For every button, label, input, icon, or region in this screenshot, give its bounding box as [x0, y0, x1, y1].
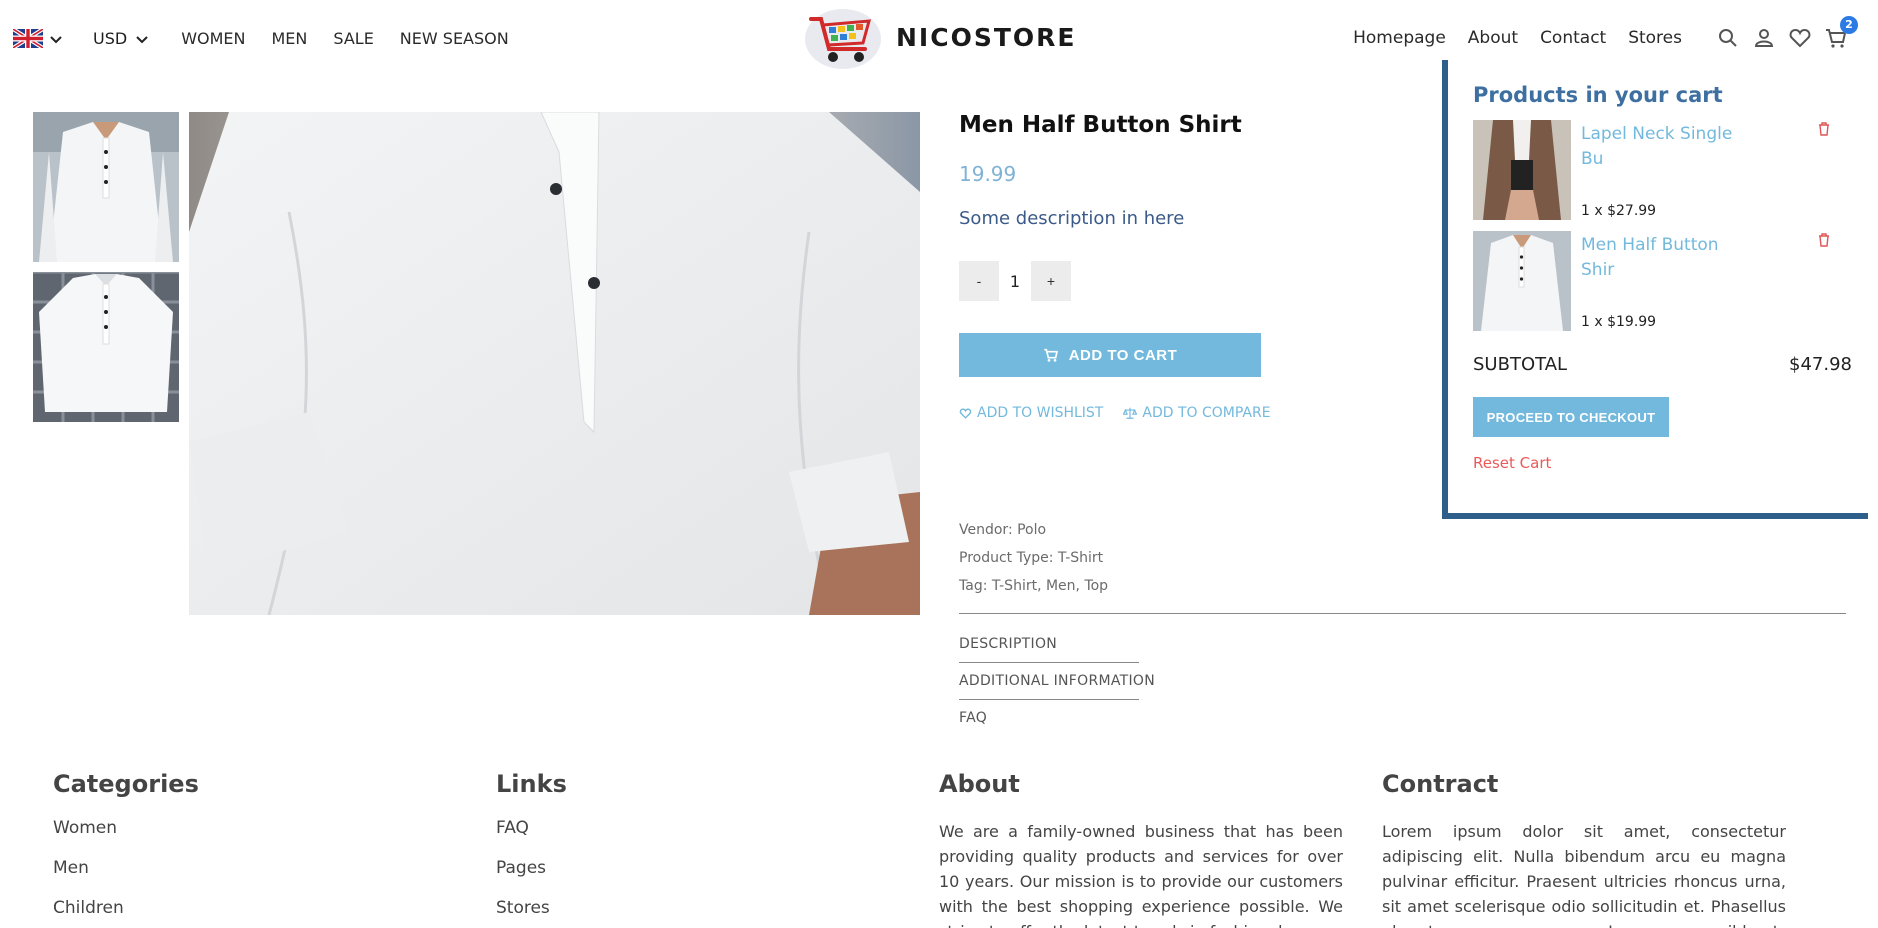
cart-subtotal: SUBTOTAL $47.98: [1473, 354, 1852, 375]
tab-additional-information[interactable]: ADDITIONAL INFORMATION: [959, 673, 1155, 689]
cart-item-name[interactable]: Men Half Button Shir: [1581, 233, 1733, 283]
cart-item: Men Half Button Shir 1 x $19.99: [1473, 231, 1852, 331]
footer-link-pages[interactable]: Pages: [496, 858, 900, 898]
cart-icon[interactable]: 2: [1824, 16, 1858, 50]
logo-text: NICOSTORE: [896, 22, 1077, 52]
cart-item-qty-price: 1 x $27.99: [1581, 203, 1657, 219]
product-type: Product Type: T-Shirt: [959, 550, 1104, 566]
footer-about: About We are a family-owned business tha…: [939, 770, 1343, 928]
chevron-down-icon[interactable]: [49, 31, 63, 45]
user-icon[interactable]: [1752, 26, 1776, 50]
qty-increase-button[interactable]: +: [1031, 261, 1071, 301]
flag-uk-icon[interactable]: [11, 26, 45, 50]
nav-link-women[interactable]: WOMEN: [181, 29, 245, 48]
meta-divider: [959, 613, 1846, 614]
product-meta: Vendor: Polo Product Type: T-Shirt Tag: …: [959, 516, 1108, 600]
product-main-image: [189, 112, 920, 615]
footer-links: Links FAQ Pages Stores: [496, 770, 900, 928]
nav-link-contact[interactable]: Contact: [1540, 28, 1606, 48]
footer-about-title: About: [939, 770, 1020, 798]
nav-link-sale[interactable]: SALE: [333, 29, 373, 48]
footer-contract-text: Lorem ipsum dolor sit amet, consectetur …: [1382, 822, 1786, 928]
nav-link-men[interactable]: MEN: [271, 29, 307, 48]
footer-link-stores[interactable]: Stores: [496, 898, 900, 928]
footer-categories-title: Categories: [53, 770, 199, 798]
tab-divider: [959, 699, 1139, 700]
nav-link-stores[interactable]: Stores: [1628, 28, 1682, 48]
add-to-cart-button[interactable]: ADD TO CART: [959, 333, 1261, 377]
footer-contract: Contract Lorem ipsum dolor sit amet, con…: [1382, 770, 1786, 928]
tab-description[interactable]: DESCRIPTION: [959, 636, 1057, 652]
cart-add-icon: [1044, 348, 1058, 362]
chevron-down-icon: [135, 31, 149, 45]
add-to-wishlist-link[interactable]: ADD TO WISHLIST: [959, 405, 1103, 421]
footer-links-title: Links: [496, 770, 567, 798]
cart-item-image[interactable]: [1473, 231, 1571, 331]
shopping-cart-logo-icon: [803, 5, 883, 69]
nav-left: USD WOMEN MEN SALE NEW SEASON: [11, 24, 509, 52]
nav-right: Homepage About Contact Stores 2: [1353, 16, 1858, 54]
footer-link-faq[interactable]: FAQ: [496, 818, 900, 858]
add-to-compare-link[interactable]: ADD TO COMPARE: [1123, 405, 1271, 421]
heart-icon: [959, 407, 972, 419]
product-tags: Tag: T-Shirt, Men, Top: [959, 578, 1109, 594]
cart-item-image[interactable]: [1473, 120, 1571, 220]
add-to-cart-label: ADD TO CART: [1068, 346, 1178, 364]
cart-item: Lapel Neck Single Bu 1 x $27.99: [1473, 120, 1852, 220]
nav-links-left: WOMEN MEN SALE NEW SEASON: [181, 29, 509, 48]
store-logo[interactable]: NICOSTORE: [803, 5, 1076, 69]
footer-about-text: We are a family-owned business that has …: [939, 822, 1343, 928]
nav-link-homepage[interactable]: Homepage: [1353, 28, 1446, 48]
cart-popup: Products in your cart Lapel Neck Single …: [1448, 54, 1874, 513]
heart-icon[interactable]: [1788, 26, 1812, 50]
footer-link-men[interactable]: Men: [53, 858, 457, 898]
subtotal-value: $47.98: [1789, 354, 1852, 375]
product-thumbnail-flat[interactable]: [33, 272, 179, 422]
currency-selector[interactable]: USD: [93, 29, 149, 48]
footer-link-children[interactable]: Children: [53, 898, 457, 928]
product-vendor: Vendor: Polo: [959, 522, 1047, 538]
reset-cart-link[interactable]: Reset Cart: [1473, 454, 1852, 472]
qty-value: 1: [1009, 271, 1021, 291]
trash-icon[interactable]: [1816, 232, 1832, 248]
tab-faq[interactable]: FAQ: [959, 710, 987, 726]
add-to-compare-label: ADD TO COMPARE: [1142, 405, 1271, 421]
cart-count-badge: 2: [1840, 16, 1858, 34]
cart-item-name[interactable]: Lapel Neck Single Bu: [1581, 122, 1733, 172]
cart-item-qty-price: 1 x $19.99: [1581, 314, 1657, 330]
footer-link-women[interactable]: Women: [53, 818, 457, 858]
subtotal-label: SUBTOTAL: [1473, 354, 1568, 375]
tab-divider: [959, 662, 1139, 663]
trash-icon[interactable]: [1816, 121, 1832, 137]
search-icon[interactable]: [1716, 26, 1740, 50]
proceed-to-checkout-button[interactable]: PROCEED TO CHECKOUT: [1473, 397, 1669, 437]
nav-link-new-season[interactable]: NEW SEASON: [400, 29, 509, 48]
qty-decrease-button[interactable]: -: [959, 261, 999, 301]
footer-categories: Categories Women Men Children: [53, 770, 457, 928]
footer-contract-title: Contract: [1382, 770, 1499, 798]
nav-link-about[interactable]: About: [1468, 28, 1518, 48]
product-thumbnail-front[interactable]: [33, 112, 179, 262]
balance-scale-icon: [1123, 407, 1138, 419]
cart-title: Products in your cart: [1473, 83, 1723, 107]
currency-label: USD: [93, 28, 128, 48]
add-to-wishlist-label: ADD TO WISHLIST: [977, 405, 1104, 421]
